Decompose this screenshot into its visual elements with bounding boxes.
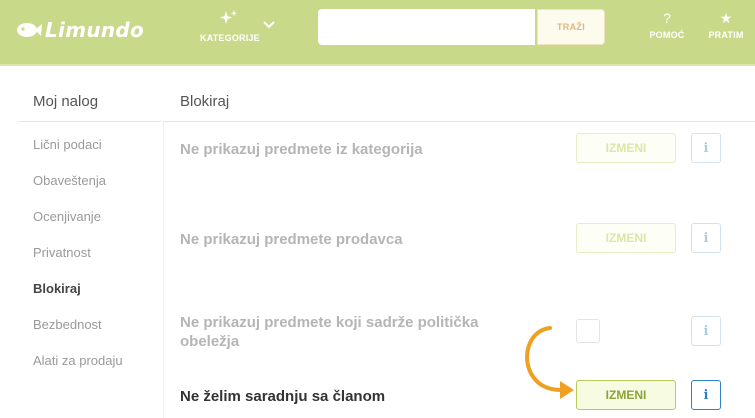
vertical-divider — [163, 121, 164, 418]
help-button[interactable]: ? POMOĆ — [647, 10, 687, 40]
question-icon: ? — [663, 10, 671, 26]
top-header: Limundo KATEGORIJE TRAŽI ? POMOĆ ★ PRATI… — [0, 0, 755, 64]
edit-member-button[interactable]: IZMENI — [576, 380, 676, 410]
info-political-button[interactable]: i — [691, 316, 721, 346]
row-label-political-line2: obeležja — [180, 333, 240, 350]
sidebar-item-notifications[interactable]: Obaveštenja — [33, 173, 106, 188]
page-title: Blokiraj — [180, 93, 230, 110]
sidebar-divider — [18, 121, 161, 122]
info-sellers-button[interactable]: i — [691, 223, 721, 253]
row-label-member: Ne želim saradnju sa članom — [180, 388, 386, 405]
sidebar-title: Moj nalog — [33, 93, 99, 110]
search-button[interactable]: TRAŽI — [537, 9, 605, 45]
edit-categories-button[interactable]: IZMENI — [576, 133, 676, 163]
follow-label: PRATIM — [708, 30, 744, 40]
curved-arrow-icon — [525, 326, 574, 399]
limundo-logo[interactable]: Limundo — [16, 17, 144, 43]
categories-button[interactable]: KATEGORIJE — [196, 8, 284, 46]
row-label-political-line1: Ne prikazuj predmete koji sadrže politič… — [180, 314, 479, 331]
follow-button[interactable]: ★ PRATIM — [704, 10, 748, 40]
sidebar-item-privacy[interactable]: Privatnost — [33, 245, 91, 260]
row-label-categories: Ne prikazuj predmete iz kategorija — [180, 141, 423, 158]
help-label: POMOĆ — [649, 30, 685, 40]
sidebar-item-block[interactable]: Blokiraj — [33, 281, 81, 296]
sidebar-item-personal-data[interactable]: Lični podaci — [33, 137, 102, 152]
logo-text: Limundo — [45, 18, 145, 42]
sidebar-item-security[interactable]: Bezbednost — [33, 317, 102, 332]
star-icon: ★ — [719, 10, 733, 26]
row-label-sellers: Ne prikazuj predmete prodavca — [180, 231, 403, 248]
political-checkbox[interactable] — [576, 319, 600, 343]
sidebar-item-sales-tools[interactable]: Alati za prodaju — [33, 353, 123, 368]
search-input[interactable] — [318, 9, 535, 45]
sidebar-item-rating[interactable]: Ocenjivanje — [33, 209, 101, 224]
categories-label: KATEGORIJE — [200, 33, 260, 43]
header-divider — [0, 64, 755, 66]
chevron-down-icon — [263, 21, 275, 29]
edit-sellers-button[interactable]: IZMENI — [576, 223, 676, 253]
info-member-button[interactable]: i — [691, 380, 721, 410]
sparkle-icon — [220, 10, 237, 24]
main-divider — [164, 121, 755, 122]
fish-logo-icon — [17, 23, 42, 37]
info-categories-button[interactable]: i — [691, 133, 721, 163]
row-label-political: Ne prikazuj predmete koji sadrže politič… — [180, 313, 478, 351]
